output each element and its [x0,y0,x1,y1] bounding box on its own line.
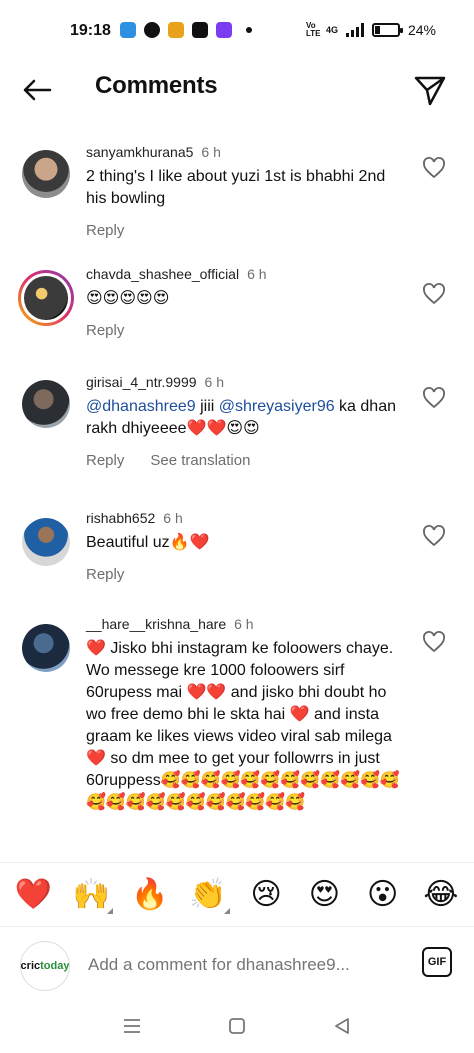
system-nav-bar [0,998,474,1053]
username-text[interactable]: sanyamkhurana5 [86,144,193,160]
share-button[interactable] [412,72,448,108]
notification-app-icon [120,22,136,38]
mention-link[interactable]: @dhanashree9 [86,398,196,415]
header: Comments [0,64,474,112]
like-heart-icon[interactable] [422,630,446,654]
emoji-glyph: 👏 [189,878,227,911]
emoji-heart-button[interactable]: ❤️ [11,877,55,912]
status-right: Vo LTE 4G 24% [305,21,436,39]
comment-actions: Reply See translation [86,452,406,469]
comment-body: chavda_shashee_official 6 h 😍😍😍😍😍 Reply [86,266,406,339]
page-title: Comments [95,72,218,99]
comment-username[interactable]: chavda_shashee_official 6 h [86,266,406,282]
emoji-surprised-button[interactable]: 😮 [361,877,405,912]
menu-icon [124,1018,141,1033]
reply-button[interactable]: Reply [86,322,124,339]
reply-button[interactable]: Reply [86,222,124,239]
emoji-clap-button[interactable]: 👏 [186,877,230,914]
volte-label: Vo LTE [305,21,321,38]
comment-body: girisai_4_ntr.9999 6 h @dhanashree9 jiii … [86,374,406,469]
story-ring-inner [21,273,71,323]
avatar-logo-text: today [40,960,70,972]
comment-time: 6 h [201,144,221,160]
back-button[interactable] [20,72,56,108]
skin-tone-indicator [223,908,230,914]
comment-time: 6 h [234,616,254,632]
like-heart-icon[interactable] [422,282,446,306]
like-heart-icon[interactable] [422,156,446,180]
avatar-story-ring[interactable] [18,270,74,326]
status-bar: 19:18 Vo LTE 4G 24% [0,0,474,64]
username-text[interactable]: rishabh652 [86,510,155,526]
comment-username[interactable]: rishabh652 6 h [86,510,406,526]
avatar[interactable] [22,150,70,198]
battery-fill [374,26,380,34]
back-arrow-icon [23,79,52,101]
comment-actions: Reply [86,322,406,339]
home-nav-button[interactable] [217,1006,257,1046]
comment-actions: Reply [86,566,406,583]
emoji-laughing-button[interactable]: 😂 [419,877,463,912]
menu-nav-button[interactable] [112,1006,152,1046]
notification-app-icon [168,22,184,38]
send-icon [414,76,446,106]
avatar[interactable] [22,624,70,672]
comment-body: sanyamkhurana5 6 h 2 thing's I like about… [86,144,406,239]
comment-text: Beautiful uz🔥❤️ [86,534,210,551]
see-translation-button[interactable]: See translation [150,452,250,469]
facebook-icon [144,22,160,38]
like-heart-icon[interactable] [422,524,446,548]
username-text[interactable]: girisai_4_ntr.9999 [86,374,197,390]
avatar[interactable] [22,518,70,566]
back-triangle-icon [334,1017,349,1034]
emoji-raised-hands-button[interactable]: 🙌 [69,877,114,914]
back-nav-button[interactable] [322,1006,362,1046]
emoji-fire-button[interactable]: 🔥 [128,877,172,912]
comment-time: 6 h [247,266,267,282]
comment-text: ❤️ Jisko bhi instagram ke foloowers chay… [86,640,400,811]
emoji-glyph: 🙌 [72,878,111,911]
comment-username[interactable]: sanyamkhurana5 6 h [86,144,406,160]
status-time: 19:18 [70,22,111,39]
avatar-logo-text: cric [20,960,41,972]
comment-username[interactable]: girisai_4_ntr.9999 6 h [86,374,406,390]
avatar [24,276,68,320]
comment-time: 6 h [204,374,224,390]
comment-text-part: jiii [195,398,219,415]
battery-percent: 24% [407,22,436,38]
comment-input-bar: crictoday GIF [0,926,474,999]
comment-text: 2 thing's I like about yuzi 1st is bhabh… [86,168,386,207]
current-user-avatar[interactable]: cric today [20,941,70,991]
home-square-icon [229,1017,245,1034]
more-dot-icon [246,27,252,33]
comment-text: @dhanashree9 jiii @shreyasiyer96 ka dhan… [86,396,406,440]
like-heart-icon[interactable] [422,386,446,410]
battery-icon [371,23,403,37]
reply-button[interactable]: Reply [86,452,124,469]
comment-text: 😍😍😍😍😍 [86,290,170,307]
emoji-sad-button[interactable]: 😢 [244,877,288,912]
notification-app-icon [192,22,208,38]
comment-body: __hare__krishna_hare 6 h ❤️ Jisko bhi ins… [86,616,406,814]
discord-icon [216,22,232,38]
network-label: 4G [325,25,338,35]
signal-icon [345,23,364,37]
emoji-heart-eyes-button[interactable]: 😍 [302,877,346,912]
avatar[interactable] [22,380,70,428]
comment-actions: Reply [86,222,406,239]
username-text[interactable]: __hare__krishna_hare [86,616,226,632]
comment-time: 6 h [163,510,183,526]
username-text[interactable]: chavda_shashee_official [86,266,239,282]
skin-tone-indicator [107,908,114,914]
comment-username[interactable]: __hare__krishna_hare 6 h [86,616,406,632]
comment-body: rishabh652 6 h Beautiful uz🔥❤️ Reply [86,510,406,583]
notification-icons [120,22,252,38]
emoji-quick-bar: ❤️ 🙌 🔥 👏 😢 😍 😮 😂 [0,862,474,926]
gif-button[interactable]: GIF [422,947,452,977]
reply-button[interactable]: Reply [86,566,124,583]
mention-link[interactable]: @shreyasiyer96 [219,398,335,415]
comment-input[interactable] [86,949,400,981]
